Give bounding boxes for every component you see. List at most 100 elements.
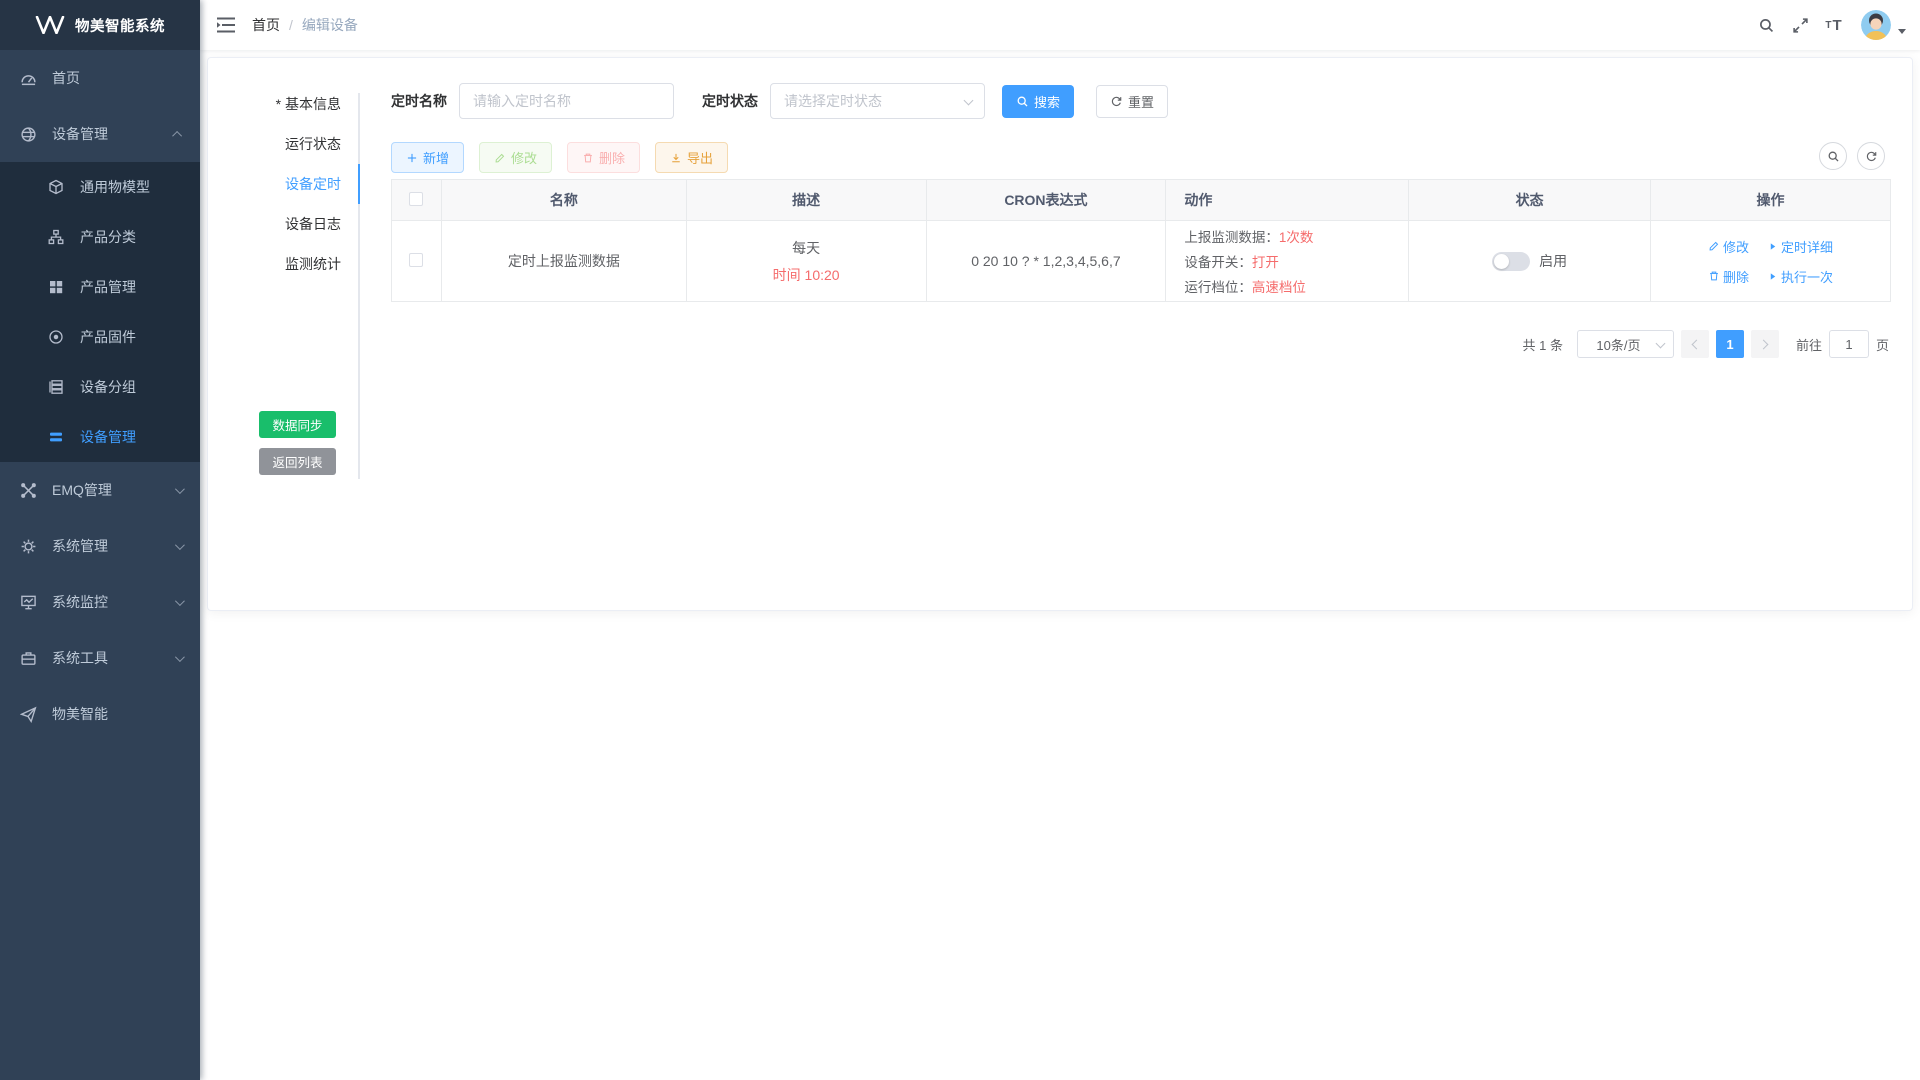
sidebar-item-system-monitor[interactable]: 系统监控 bbox=[0, 574, 200, 630]
cell-status: 启用 bbox=[1409, 221, 1651, 302]
action-line: 运行档位：高速档位 bbox=[1184, 276, 1408, 296]
sidebar-item-label: 通用物模型 bbox=[80, 177, 182, 197]
pagination-total: 共 1 条 bbox=[1523, 335, 1563, 354]
caret-down-icon bbox=[1898, 29, 1906, 34]
sidebar-item-label: 设备管理 bbox=[80, 427, 182, 447]
op-delete-link[interactable]: 删除 bbox=[1708, 267, 1749, 286]
sidebar-item-emq-mgmt[interactable]: EMQ管理 bbox=[0, 462, 200, 518]
sidebar-item-label: 系统管理 bbox=[52, 536, 175, 556]
export-button[interactable]: 导出 bbox=[655, 142, 728, 173]
tabs-divider bbox=[358, 93, 360, 479]
sidebar-item-label: 产品分类 bbox=[80, 227, 182, 247]
monitor-icon bbox=[20, 594, 37, 611]
navbar-right: TT bbox=[1749, 0, 1920, 50]
sidebar-item-product-category[interactable]: 产品分类 bbox=[0, 212, 200, 262]
op-timer-detail-link[interactable]: 定时详细 bbox=[1767, 237, 1833, 256]
header-action: 动作 bbox=[1166, 180, 1409, 221]
paper-plane-icon bbox=[20, 706, 37, 723]
add-button[interactable]: 新增 bbox=[391, 142, 464, 173]
breadcrumb-home[interactable]: 首页 bbox=[252, 15, 280, 35]
add-button-label: 新增 bbox=[423, 148, 449, 167]
goto-page-input[interactable] bbox=[1829, 330, 1869, 358]
font-size-icon[interactable]: TT bbox=[1817, 0, 1851, 50]
sidebar-item-label: EMQ管理 bbox=[52, 480, 175, 500]
status-toggle[interactable] bbox=[1492, 252, 1530, 271]
delete-button[interactable]: 删除 bbox=[567, 142, 640, 173]
sidebar-item-device-mgmt[interactable]: 设备管理 bbox=[0, 106, 200, 162]
back-to-list-button[interactable]: 返回列表 bbox=[259, 448, 336, 475]
target-icon bbox=[48, 329, 65, 346]
search-button[interactable]: 搜索 bbox=[1002, 85, 1074, 118]
op-run-once-link[interactable]: 执行一次 bbox=[1767, 267, 1833, 286]
sidebar-item-product-firmware[interactable]: 产品固件 bbox=[0, 312, 200, 362]
sidebar-item-device-group[interactable]: 设备分组 bbox=[0, 362, 200, 412]
avatar[interactable] bbox=[1861, 10, 1891, 40]
timer-status-select[interactable]: 请选择定时状态 bbox=[770, 83, 985, 119]
select-all-checkbox[interactable] bbox=[409, 192, 423, 206]
tab-run-status[interactable]: 运行状态 bbox=[231, 124, 358, 164]
search-icon[interactable] bbox=[1749, 0, 1783, 50]
tab-basic-info[interactable]: * 基本信息 bbox=[231, 84, 358, 124]
sidebar-item-system-tools[interactable]: 系统工具 bbox=[0, 630, 200, 686]
table-header-row: 名称 描述 CRON表达式 动作 状态 操作 bbox=[392, 180, 1891, 221]
navbar: 首页 / 编辑设备 TT bbox=[200, 0, 1920, 50]
chevron-down-icon bbox=[175, 540, 185, 550]
action-label: 运行档位： bbox=[1184, 280, 1252, 295]
timer-name-label: 定时名称 bbox=[391, 91, 447, 111]
sidebar-item-home[interactable]: 首页 bbox=[0, 50, 200, 106]
timer-name-input[interactable] bbox=[459, 83, 674, 119]
row-checkbox[interactable] bbox=[409, 253, 423, 267]
tab-monitor-stats[interactable]: 监测统计 bbox=[231, 244, 358, 284]
chevron-down-icon bbox=[964, 96, 974, 106]
data-sync-button[interactable]: 数据同步 bbox=[259, 411, 336, 438]
refresh-icon[interactable] bbox=[1857, 142, 1885, 170]
breadcrumb-current: 编辑设备 bbox=[302, 15, 358, 35]
tab-device-timer[interactable]: 设备定时 bbox=[231, 164, 358, 204]
chevron-down-icon bbox=[175, 484, 185, 494]
show-search-icon[interactable] bbox=[1819, 142, 1847, 170]
gear-icon bbox=[20, 538, 37, 555]
sidebar-item-device-mgmt-sub[interactable]: 设备管理 bbox=[0, 412, 200, 462]
toggle-sidebar-icon[interactable] bbox=[216, 16, 236, 34]
table-tools bbox=[1819, 142, 1885, 170]
action-value: 打开 bbox=[1252, 255, 1279, 270]
sitemap-icon bbox=[48, 229, 65, 246]
cube-icon bbox=[48, 179, 65, 196]
desc-line2: 时间 10:20 bbox=[687, 265, 926, 285]
op-run-once-label: 执行一次 bbox=[1781, 267, 1833, 286]
sidebar-item-label: 物美智能 bbox=[52, 704, 182, 724]
sidebar-item-thing-model[interactable]: 通用物模型 bbox=[0, 162, 200, 212]
pagination: 共 1 条 10条/页 1 前往 页 bbox=[1523, 330, 1890, 358]
dashboard-icon bbox=[20, 70, 37, 87]
op-edit-link[interactable]: 修改 bbox=[1708, 237, 1749, 256]
emq-icon bbox=[20, 482, 37, 499]
sidebar-item-label: 首页 bbox=[52, 68, 182, 88]
sidebar-item-system-mgmt[interactable]: 系统管理 bbox=[0, 518, 200, 574]
op-timer-detail-label: 定时详细 bbox=[1781, 237, 1833, 256]
edit-button[interactable]: 修改 bbox=[479, 142, 552, 173]
content-card: * 基本信息 运行状态 设备定时 设备日志 监测统计 数据同步 返回列表 定时名… bbox=[207, 57, 1913, 611]
reset-button[interactable]: 重置 bbox=[1096, 85, 1168, 118]
action-label: 上报监测数据： bbox=[1184, 230, 1279, 245]
prev-page-button[interactable] bbox=[1681, 330, 1709, 358]
breadcrumb-separator: / bbox=[289, 17, 293, 33]
cell-operations: 修改 定时详细 删除 执行一次 bbox=[1651, 221, 1891, 302]
next-page-button[interactable] bbox=[1751, 330, 1779, 358]
timer-status-label: 定时状态 bbox=[702, 91, 758, 111]
op-delete-label: 删除 bbox=[1723, 267, 1749, 286]
tab-device-log[interactable]: 设备日志 bbox=[231, 204, 358, 244]
fullscreen-icon[interactable] bbox=[1783, 0, 1817, 50]
action-line: 上报监测数据：1次数 bbox=[1184, 226, 1408, 246]
user-menu[interactable] bbox=[1861, 10, 1906, 40]
goto-suffix: 页 bbox=[1876, 335, 1889, 354]
app-logo[interactable]: 物美智能系统 bbox=[0, 0, 200, 50]
sidebar-item-wumei-smart[interactable]: 物美智能 bbox=[0, 686, 200, 742]
grid-icon bbox=[48, 279, 65, 296]
toolbox-icon bbox=[20, 650, 37, 667]
page-1-button[interactable]: 1 bbox=[1716, 330, 1744, 358]
sidebar-item-product-mgmt[interactable]: 产品管理 bbox=[0, 262, 200, 312]
page-size-select[interactable]: 10条/页 bbox=[1577, 330, 1674, 358]
header-cron: CRON表达式 bbox=[926, 180, 1166, 221]
op-edit-label: 修改 bbox=[1723, 237, 1749, 256]
header-name: 名称 bbox=[441, 180, 686, 221]
